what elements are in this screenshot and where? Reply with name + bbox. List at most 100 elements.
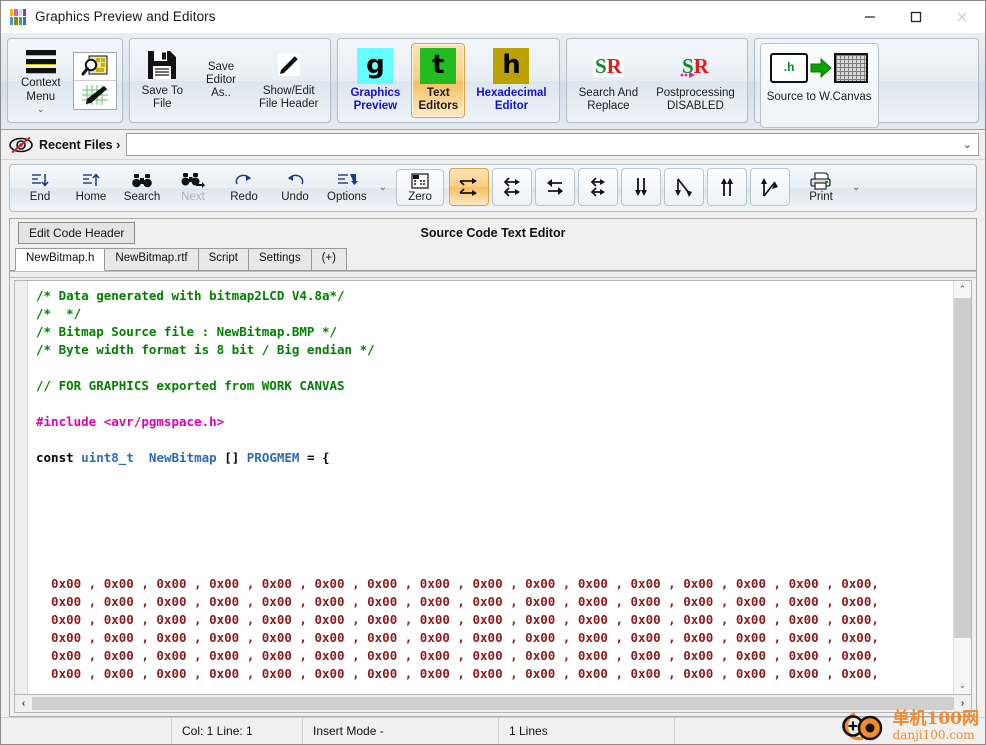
home-label: Home — [75, 191, 107, 204]
status-lines: 1 Lines — [499, 718, 675, 744]
options-icon — [336, 171, 358, 190]
source-to-wcanvas-button[interactable]: .h Source to W.Canvas — [759, 43, 879, 129]
binoculars-icon — [131, 171, 153, 190]
tab-newbitmap-h[interactable]: NewBitmap.h — [15, 248, 106, 272]
scroll-right-arrow[interactable]: › — [954, 695, 971, 712]
code-line: /* Data generated with bitmap2LCD V4.8a*… — [36, 288, 345, 304]
canvas-tools-tile[interactable] — [72, 51, 117, 110]
binoculars-next-icon — [181, 171, 205, 190]
sort-1-button[interactable] — [449, 168, 490, 207]
save-editor-as-button[interactable]: Save Editor As.. — [194, 43, 248, 118]
horizontal-scroll-thumb[interactable] — [32, 697, 954, 710]
panel-header: Edit Code Header Source Code Text Editor — [10, 219, 976, 247]
context-menu-button[interactable]: Context Menu ⌄ — [13, 43, 69, 118]
print-label: Print — [809, 191, 833, 204]
home-button[interactable]: Home — [67, 169, 115, 206]
end-label: End — [29, 191, 51, 204]
code-line-hex: 0x00 , 0x00 , 0x00 , 0x00 , 0x00 , 0x00 … — [36, 666, 879, 682]
next-label: Next — [181, 191, 205, 204]
up-up-icon — [715, 174, 739, 200]
search-and-replace-label: Search And Replace — [578, 87, 639, 113]
graphics-preview-button[interactable]: g Graphics Preview — [343, 43, 407, 118]
glyph-g: g — [357, 48, 394, 84]
tab-script[interactable]: Script — [197, 248, 250, 271]
graphics-preview-icon: g — [357, 48, 394, 84]
rotate-rows-icon — [586, 174, 610, 200]
code-line: /* Byte width format is 8 bit / Big endi… — [36, 342, 375, 358]
maximize-button[interactable] — [893, 1, 939, 32]
ribbon-group-convert: .h Source to W.Canvas — [753, 38, 979, 129]
chevron-down-icon[interactable]: ⌄ — [375, 182, 391, 193]
down-cross-icon — [672, 174, 696, 200]
sort-4-button[interactable] — [578, 168, 619, 207]
zero-button[interactable]: Zero — [396, 169, 445, 206]
text-editors-button[interactable]: t Text Editors — [411, 43, 466, 119]
edit-code-header-button[interactable]: Edit Code Header — [18, 222, 136, 245]
graphics-preview-label: Graphics Preview — [350, 87, 401, 113]
printer-icon — [809, 171, 833, 190]
sr-dotted-icon: SR — [680, 53, 709, 78]
code-line-hex: 0x00 , 0x00 , 0x00 , 0x00 , 0x00 , 0x00 … — [36, 648, 879, 664]
options-button[interactable]: Options — [322, 169, 372, 206]
code-line: // FOR GRAPHICS exported from WORK CANVA… — [36, 378, 345, 394]
context-menu-label: Context Menu — [21, 76, 61, 103]
ribbon-group-file: Save To File Save Editor As.. Show/Edit … — [128, 38, 332, 124]
scroll-down-arrow[interactable]: ⌄ — [954, 677, 971, 694]
postprocessing-button[interactable]: SR Postprocessing DISABLED — [649, 43, 742, 118]
hamburger-icon — [25, 49, 56, 74]
sort-5-button[interactable] — [621, 168, 662, 207]
zero-grid-icon — [411, 171, 429, 190]
undo-label: Undo — [281, 191, 309, 204]
redo-button[interactable]: Redo — [220, 169, 268, 206]
ribbon-group-tools: SR Search And Replace SR Postprocessing … — [565, 38, 748, 124]
code-line: /* Bitmap Source file : NewBitmap.BMP */ — [36, 324, 338, 340]
sr-icon: SR — [592, 53, 624, 78]
chevron-down-icon: ⌄ — [962, 139, 972, 152]
editor-toolbar: End Home Search Next Redo Undo Options ⌄… — [9, 164, 977, 213]
mirror-rows-icon — [500, 174, 524, 200]
sort-7-button[interactable] — [707, 168, 748, 207]
scroll-left-arrow[interactable]: ‹ — [15, 695, 32, 712]
chevron-down-icon[interactable]: ⌄ — [848, 182, 864, 193]
tab-rule — [10, 271, 976, 279]
scroll-up-arrow[interactable]: ⌃ — [954, 281, 971, 298]
sort-3-button[interactable] — [535, 168, 576, 207]
sort-6-button[interactable] — [664, 168, 705, 207]
code-editor-area[interactable]: /* Data generated with bitmap2LCD V4.8a*… — [14, 280, 972, 695]
vertical-scroll-thumb[interactable] — [954, 298, 971, 639]
save-to-file-label: Save To File — [141, 85, 183, 111]
eye-crossed-icon[interactable] — [3, 136, 39, 154]
close-button[interactable] — [939, 1, 985, 32]
vertical-scroll-track[interactable] — [954, 638, 971, 677]
tab-newbitmap-rtf[interactable]: NewBitmap.rtf — [104, 248, 199, 271]
tab-add[interactable]: (+) — [310, 248, 347, 271]
code-text[interactable]: /* Data generated with bitmap2LCD V4.8a*… — [28, 281, 953, 694]
horizontal-scrollbar[interactable]: ‹ › — [14, 695, 972, 713]
search-button[interactable]: Search — [118, 169, 166, 206]
sort-2-button[interactable] — [492, 168, 533, 207]
panel-title: Source Code Text Editor — [420, 226, 566, 241]
status-mode: Insert Mode - — [303, 718, 499, 744]
tab-settings[interactable]: Settings — [248, 248, 312, 271]
next-button[interactable]: Next — [169, 169, 217, 206]
search-and-replace-button[interactable]: SR Search And Replace — [572, 43, 645, 118]
minimize-button[interactable] — [847, 1, 893, 32]
show-edit-file-header-button[interactable]: Show/Edit File Header — [252, 43, 325, 118]
print-button[interactable]: Print — [797, 169, 845, 206]
hexadecimal-editor-button[interactable]: h Hexadecimal Editor — [469, 43, 553, 118]
undo-arrow-icon — [285, 171, 305, 190]
recent-files-combo[interactable]: ⌄ — [126, 133, 979, 157]
search-label: Search — [123, 191, 161, 204]
end-button[interactable]: End — [16, 169, 64, 206]
zero-label: Zero — [408, 191, 432, 204]
glyph-h: h — [493, 48, 530, 84]
sort-8-button[interactable] — [750, 168, 791, 207]
save-to-file-button[interactable]: Save To File — [135, 43, 190, 118]
pencil-icon — [276, 48, 302, 82]
vertical-scrollbar[interactable]: ⌃ ⌄ — [953, 281, 971, 694]
undo-button[interactable]: Undo — [271, 169, 319, 206]
redo-label: Redo — [230, 191, 258, 204]
window-controls — [847, 1, 985, 32]
